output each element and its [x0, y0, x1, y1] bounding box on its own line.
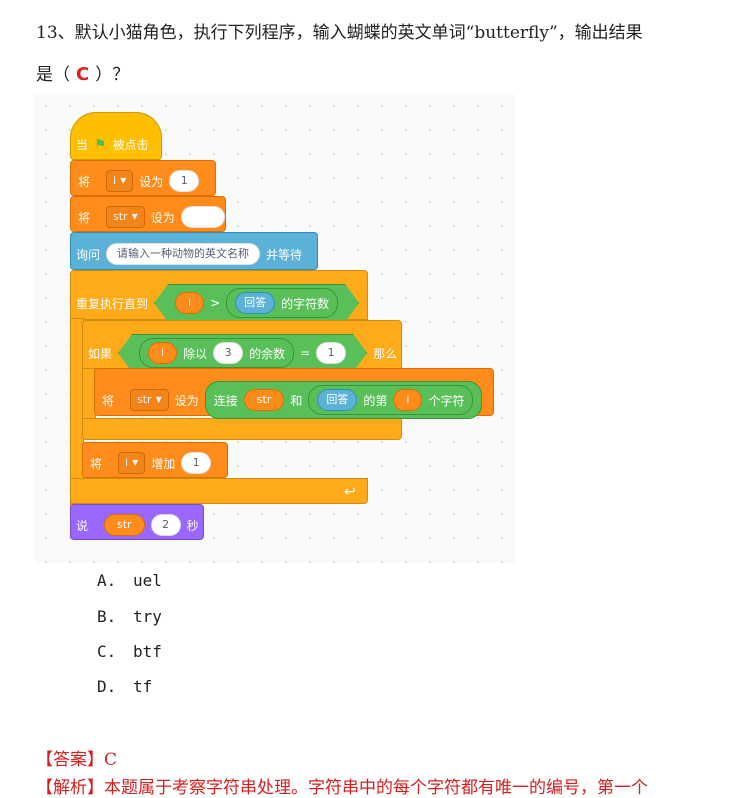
option-text: uel: [133, 571, 162, 590]
dropdown-caret-icon: ▼: [132, 458, 139, 467]
prompt-input[interactable]: 请输入一种动物的英文名称: [106, 243, 261, 265]
question-suffix: ）？: [95, 65, 130, 85]
var-name: str: [113, 210, 128, 223]
ask-label: 询问: [76, 247, 101, 262]
nth-label: 的第: [363, 393, 388, 408]
question-line-1: 13、默认小猫角色，执行下列程序，输入蝴蝶的英文单词“butterfly”，输出…: [36, 18, 643, 43]
value-input[interactable]: 1: [169, 170, 200, 192]
join-label: 连接: [213, 393, 238, 408]
var-name: i: [113, 174, 117, 187]
option-text: try: [133, 607, 162, 626]
divisor-input[interactable]: 3: [213, 342, 243, 364]
var-name: i: [125, 456, 129, 469]
length-label: 的字符数: [281, 296, 330, 311]
option-a: A. uel: [97, 571, 162, 590]
var-reporter-str[interactable]: str: [104, 514, 145, 536]
secs-input[interactable]: 2: [150, 514, 181, 536]
answer-value: C: [104, 750, 118, 770]
var-reporter-i[interactable]: i: [175, 292, 204, 314]
eq-value-input[interactable]: 1: [316, 342, 346, 364]
option-letter: A.: [97, 571, 117, 590]
var-name: str: [137, 393, 152, 406]
mod-operator[interactable]: i 除以 3 的余数: [139, 338, 294, 368]
secs-label: 秒: [186, 518, 199, 533]
set-label: 将: [78, 210, 91, 225]
if-footer: [82, 418, 402, 440]
value-input[interactable]: [180, 206, 225, 228]
say-label: 说: [76, 518, 89, 533]
eq-symbol: =: [300, 346, 311, 360]
analysis-text: 本题属于考察字符串处理。字符串中的每个字符都有唯一的编号，第一个: [104, 778, 648, 798]
set-label: 将: [90, 456, 103, 471]
analysis-line: 【解析】本题属于考察字符串处理。字符串中的每个字符都有唯一的编号，第一个: [36, 773, 648, 798]
question-prefix: 是（: [36, 65, 70, 85]
set-label: 将: [78, 174, 91, 189]
and-label: 和: [290, 393, 303, 408]
char-label: 个字符: [428, 393, 465, 408]
repeat-footer: [70, 478, 368, 504]
green-flag-icon: ⚑: [94, 136, 107, 153]
length-operator[interactable]: 回答 的字符数: [226, 288, 338, 318]
ask-row: 询问 请输入一种动物的英文名称 并等待: [76, 243, 302, 265]
dropdown-caret-icon: ▼: [131, 212, 138, 221]
set-join-row: 将 str ▼ 设为 连接 str 和 回答 的第 i 个字符: [102, 381, 483, 419]
analysis-label: 【解析】: [36, 778, 104, 798]
when-label: 当: [76, 138, 89, 152]
gt-symbol: >: [210, 296, 221, 310]
option-text: tf: [133, 677, 153, 696]
remainder-label: 的余数: [249, 346, 286, 361]
answer-reporter[interactable]: 回答: [235, 292, 275, 314]
dropdown-caret-icon: ▼: [155, 395, 162, 404]
option-b: B. try: [97, 607, 162, 626]
var-reporter-i[interactable]: i: [148, 342, 177, 364]
dropdown-caret-icon: ▼: [120, 176, 127, 185]
change-row: 将 i ▼ 增加 1: [90, 452, 212, 474]
var-reporter-str[interactable]: str: [243, 389, 285, 411]
value-input[interactable]: 1: [181, 452, 212, 474]
to-label: 设为: [150, 210, 175, 225]
var-dropdown-i[interactable]: i ▼: [106, 170, 134, 192]
to-label: 设为: [139, 174, 164, 189]
answer-fill: C: [76, 64, 90, 85]
if-row: 如果 i 除以 3 的余数 = 1 那么: [88, 334, 397, 372]
scratch-code-area: 当 ⚑ 被点击 将 i ▼ 设为 1 将 str ▼ 设为 询问 请输入一种动物的英…: [34, 94, 515, 563]
mod-label: 除以: [183, 346, 208, 361]
option-d: D. tf: [97, 677, 152, 696]
loop-arrow-glyph: ↩: [344, 484, 356, 500]
wait-label: 并等待: [266, 247, 303, 262]
var-dropdown-str[interactable]: str ▼: [130, 389, 169, 411]
answer-reporter[interactable]: 回答: [317, 389, 358, 411]
hat-row: 当 ⚑ 被点击: [76, 136, 149, 153]
clicked-label: 被点击: [112, 138, 149, 152]
greater-than-operator[interactable]: i > 回答 的字符数: [154, 284, 359, 322]
question-text: 13、默认小猫角色，执行下列程序，输入蝴蝶的英文单词“butterfly”，输出…: [36, 23, 643, 43]
option-text: btf: [133, 642, 162, 661]
var-dropdown-i[interactable]: i ▼: [118, 452, 146, 474]
set-i-row: 将 i ▼ 设为 1: [78, 170, 200, 192]
option-letter: C.: [97, 642, 117, 661]
question-line-2: 是（ C）？: [36, 60, 129, 85]
var-dropdown-str[interactable]: str ▼: [106, 206, 145, 228]
join-operator[interactable]: 连接 str 和 回答 的第 i 个字符: [204, 381, 483, 419]
repeat-label: 重复执行直到: [76, 296, 149, 311]
option-letter: D.: [97, 677, 117, 696]
letter-of-operator[interactable]: 回答 的第 i 个字符: [308, 385, 474, 415]
answer-line: 【答案】C: [36, 745, 117, 770]
then-label: 那么: [373, 346, 398, 361]
var-reporter-i[interactable]: i: [393, 389, 423, 411]
option-letter: B.: [97, 607, 117, 626]
say-row: 说 str 2 秒: [76, 514, 199, 536]
set-str-row: 将 str ▼ 设为: [78, 206, 225, 228]
answer-label: 【答案】: [36, 750, 104, 770]
set-label: 将: [102, 393, 115, 408]
equals-operator[interactable]: i 除以 3 的余数 = 1: [118, 334, 367, 372]
loop-arrow-icon: ↩: [344, 484, 356, 500]
if-label: 如果: [88, 346, 113, 361]
by-label: 增加: [151, 456, 176, 471]
to-label: 设为: [174, 393, 199, 408]
repeat-row: 重复执行直到 i > 回答 的字符数: [76, 284, 359, 322]
option-c: C. btf: [97, 642, 162, 661]
